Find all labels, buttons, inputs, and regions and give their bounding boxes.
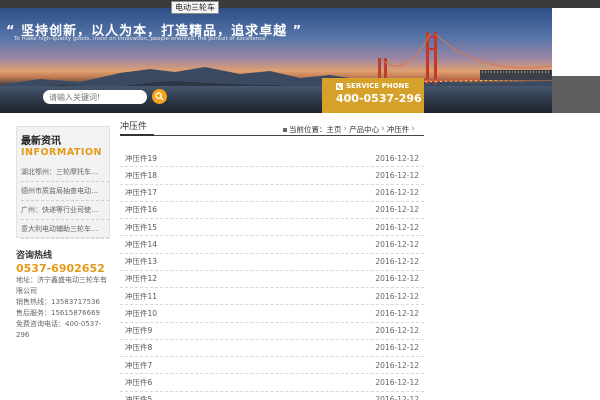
- product-name-link[interactable]: 冲压件9: [120, 325, 152, 336]
- search-button[interactable]: [152, 89, 167, 104]
- product-name-link[interactable]: 冲压件13: [120, 256, 157, 267]
- product-row[interactable]: 冲压件11 2016-12-12: [120, 288, 424, 306]
- product-row[interactable]: 冲压件18 2016-12-12: [120, 167, 424, 185]
- service-phone-number: 400-0537-296: [336, 92, 422, 105]
- product-date: 2016-12-12: [375, 395, 419, 400]
- product-name-link[interactable]: 冲压件6: [120, 377, 152, 388]
- product-row[interactable]: 冲压件14 2016-12-12: [120, 236, 424, 254]
- product-row[interactable]: 冲压件10 2016-12-12: [120, 305, 424, 323]
- product-row[interactable]: 冲压件7 2016-12-12: [120, 357, 424, 375]
- breadcrumb-prefix: 当前位置：: [289, 125, 327, 134]
- product-date: 2016-12-12: [375, 222, 419, 232]
- title-divider-accent: [120, 134, 154, 136]
- product-name-link[interactable]: 冲压件5: [120, 394, 152, 400]
- news-list: 湖北鄂州：三轮摩托车… 德州市质监局抽查电动… 广州：快递等行业司使… 意大利电…: [21, 163, 109, 239]
- product-row[interactable]: 冲压件8 2016-12-12: [120, 340, 424, 357]
- hover-tooltip: 电动三轮车: [171, 1, 219, 14]
- contact-free-call: 免费咨询电话：400-0537-296: [16, 320, 102, 339]
- product-date: 2016-12-12: [375, 257, 419, 267]
- news-item[interactable]: 湖北鄂州：三轮摩托车…: [21, 163, 109, 182]
- product-date: 2016-12-12: [375, 205, 419, 215]
- product-name-link[interactable]: 冲压件14: [120, 239, 157, 250]
- product-name-link[interactable]: 冲压件10: [120, 308, 157, 319]
- product-row[interactable]: 冲压件13 2016-12-12: [120, 254, 424, 271]
- product-name-link[interactable]: 冲压件19: [120, 153, 157, 164]
- breadcrumb-separator-icon: ›: [411, 124, 415, 134]
- title-divider: [120, 135, 424, 136]
- breadcrumb-current[interactable]: 冲压件: [387, 124, 410, 135]
- product-name-link[interactable]: 冲压件12: [120, 273, 157, 284]
- product-row[interactable]: 冲压件17 2016-12-12: [120, 185, 424, 202]
- news-title: 最新资讯: [21, 136, 61, 147]
- breadcrumb: 当前位置： 主页 › 产品中心 › 冲压件 ›: [283, 124, 417, 135]
- product-date: 2016-12-12: [375, 153, 419, 163]
- product-name-link[interactable]: 冲压件18: [120, 170, 157, 181]
- banner-side-panel-lower: [552, 76, 600, 113]
- phone-icon: [336, 82, 343, 90]
- product-date: 2016-12-12: [375, 291, 419, 301]
- search-input[interactable]: [43, 90, 147, 104]
- product-row[interactable]: 冲压件12 2016-12-12: [120, 271, 424, 288]
- product-date: 2016-12-12: [375, 326, 419, 336]
- news-item[interactable]: 意大利电动辅助三轮车…: [21, 220, 109, 239]
- contact-address: 地址：济宁鑫盛电动三轮车有限公司: [16, 276, 107, 295]
- breadcrumb-marker-icon: [283, 127, 287, 132]
- news-sidebar: 最新资讯 INFORMATION 湖北鄂州：三轮摩托车… 德州市质监局抽查电动……: [16, 126, 110, 239]
- product-row[interactable]: 冲压件16 2016-12-12: [120, 202, 424, 219]
- breadcrumb-separator-icon: ›: [381, 124, 385, 134]
- product-row[interactable]: 冲压件15 2016-12-12: [120, 219, 424, 237]
- product-name-link[interactable]: 冲压件7: [120, 360, 152, 371]
- news-title-english: INFORMATION: [21, 147, 102, 158]
- contact-service: 售后服务：15615876669: [16, 309, 100, 317]
- product-row[interactable]: 冲压件9 2016-12-12: [120, 323, 424, 340]
- product-list: 冲压件19 2016-12-12 冲压件18 2016-12-12 冲压件17 2016-…: [120, 150, 424, 400]
- product-date: 2016-12-12: [375, 377, 419, 387]
- product-name-link[interactable]: 冲压件8: [120, 342, 152, 353]
- news-item[interactable]: 广州：快递等行业司使…: [21, 201, 109, 220]
- product-name-link[interactable]: 冲压件17: [120, 187, 157, 198]
- product-name-link[interactable]: 冲压件15: [120, 222, 157, 233]
- breadcrumb-home[interactable]: 主页: [327, 124, 342, 135]
- breadcrumb-separator-icon: ›: [343, 124, 348, 134]
- product-date: 2016-12-12: [375, 360, 419, 370]
- contact-sales: 销售热线：13583717536: [16, 298, 100, 306]
- product-date: 2016-12-12: [375, 239, 419, 249]
- product-row[interactable]: 冲压件5 2016-12-12: [120, 392, 424, 400]
- page-title: 冲压件: [120, 122, 148, 132]
- service-phone-label: SERVICE PHONE: [346, 82, 410, 90]
- product-date: 2016-12-12: [375, 274, 419, 284]
- contact-info: 咨询热线 0537-6902652 地址：济宁鑫盛电动三轮车有限公司 销售热线：…: [16, 248, 112, 341]
- product-date: 2016-12-12: [375, 343, 419, 353]
- breadcrumb-products[interactable]: 产品中心: [349, 124, 379, 135]
- product-row[interactable]: 冲压件19 2016-12-12: [120, 150, 424, 168]
- search-icon: [155, 92, 164, 101]
- product-name-link[interactable]: 冲压件11: [120, 291, 157, 302]
- service-phone-box: SERVICE PHONE 400-0537-296: [322, 78, 424, 113]
- banner-side-panel: [552, 8, 600, 76]
- news-item[interactable]: 德州市质监局抽查电动…: [21, 182, 109, 201]
- product-row[interactable]: 冲压件6 2016-12-12: [120, 374, 424, 392]
- contact-title: 咨询热线: [16, 251, 53, 261]
- product-date: 2016-12-12: [375, 170, 419, 180]
- banner-slogan-english: To make high-quality goods, insist on in…: [14, 36, 266, 42]
- top-bar: [0, 0, 600, 8]
- product-date: 2016-12-12: [375, 188, 419, 198]
- product-name-link[interactable]: 冲压件16: [120, 204, 157, 215]
- product-date: 2016-12-12: [375, 308, 419, 318]
- contact-hotline: 0537-6902652: [16, 262, 105, 275]
